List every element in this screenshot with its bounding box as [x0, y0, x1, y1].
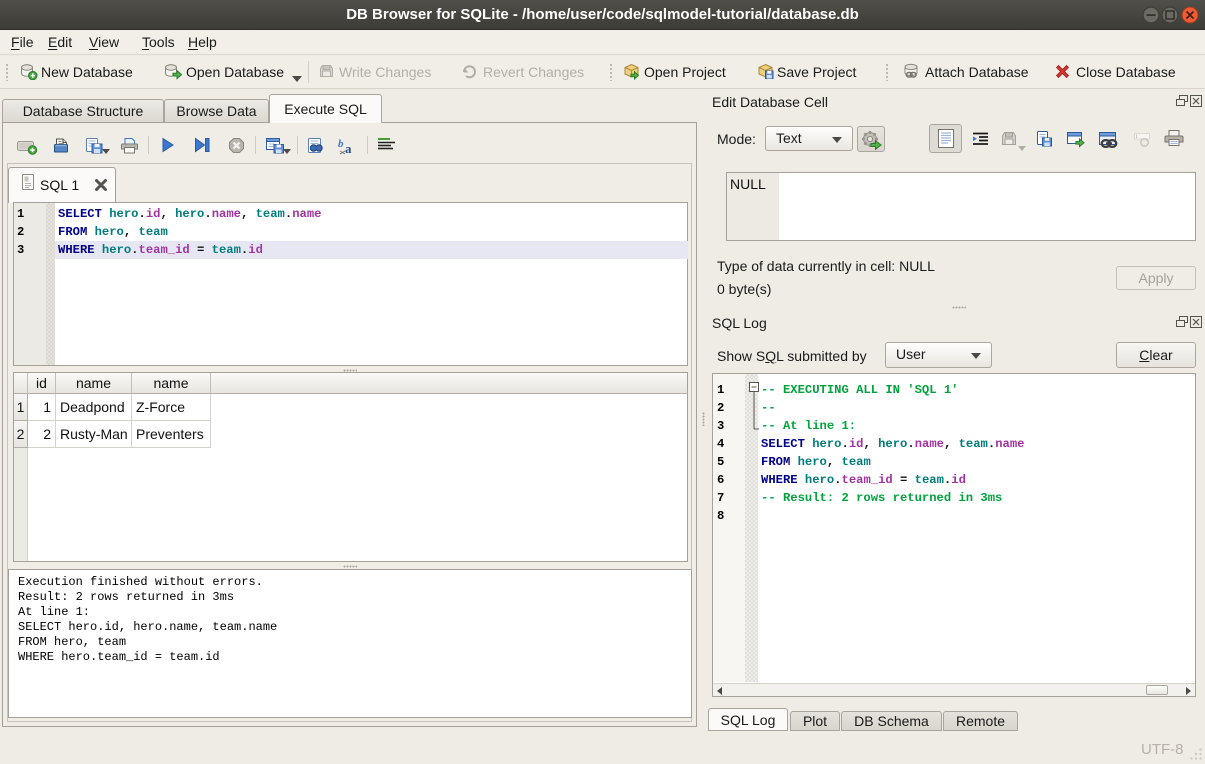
svg-text:b: b [338, 138, 344, 150]
svg-text:a: a [345, 141, 352, 156]
